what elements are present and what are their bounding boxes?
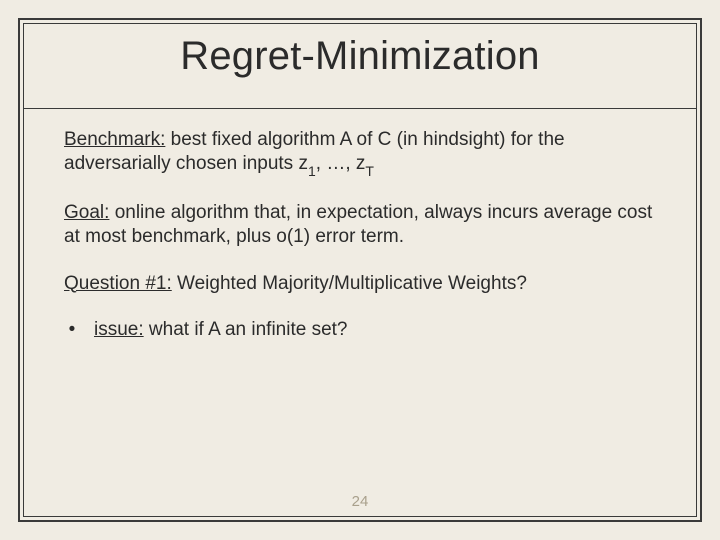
benchmark-label: Benchmark: [64, 129, 165, 150]
slide-title: Regret-Minimization [0, 34, 720, 79]
issue-label: issue: [94, 319, 144, 340]
question-label: Question #1: [64, 273, 172, 294]
subscript-T: T [365, 163, 374, 179]
slide-body: Benchmark: best fixed algorithm A of C (… [64, 128, 666, 342]
issue-text: what if A an infinite set? [144, 319, 348, 340]
bullet-text: issue: what if A an infinite set? [94, 318, 348, 342]
bullet-dot-icon: • [64, 320, 80, 339]
question-text: Weighted Majority/Multiplicative Weights… [172, 273, 527, 294]
bullet-item: • issue: what if A an infinite set? [64, 318, 666, 342]
goal-label: Goal: [64, 202, 109, 223]
subscript-1: 1 [308, 163, 316, 179]
goal-text: online algorithm that, in expectation, a… [64, 202, 652, 247]
slide: Regret-Minimization Benchmark: best fixe… [0, 0, 720, 540]
benchmark-paragraph: Benchmark: best fixed algorithm A of C (… [64, 128, 666, 179]
benchmark-text-mid: , …, z [316, 153, 366, 174]
question-paragraph: Question #1: Weighted Majority/Multiplic… [64, 272, 666, 296]
goal-paragraph: Goal: online algorithm that, in expectat… [64, 201, 666, 250]
title-rule [24, 108, 696, 109]
page-number: 24 [0, 493, 720, 510]
